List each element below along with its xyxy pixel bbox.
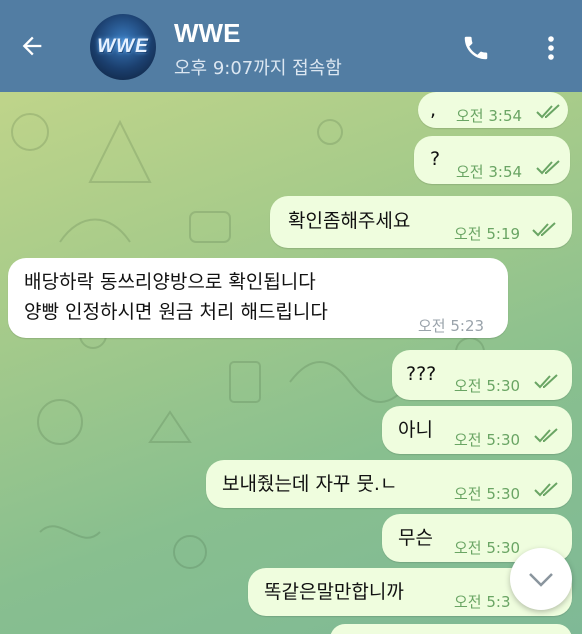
message-bubble-outgoing[interactable]: , 오전 3:54 (418, 92, 568, 128)
more-vert-icon (548, 36, 554, 60)
message-text: ? (430, 148, 441, 170)
message-bubble-outgoing[interactable]: 확인좀해주세요 오전 5:19 (270, 196, 572, 248)
message-text: 무슨 (398, 527, 433, 549)
call-button[interactable] (458, 30, 494, 66)
chat-header: WWE WWE 오후 9:07까지 접속함 (0, 0, 582, 92)
message-bubble-outgoing[interactable]: 아니 오전 5:30 (382, 406, 572, 454)
message-bubble-outgoing-partial[interactable] (330, 624, 572, 634)
message-text-line-1: 배당하락 동쓰리양방으로 확인됩니다 (24, 271, 316, 293)
message-text: 확인좀해주세요 (288, 210, 411, 232)
message-time: 오전 5:30 (454, 485, 521, 503)
message-text: , (430, 99, 437, 121)
message-text: ??? (406, 363, 437, 385)
avatar-logo-text: WWE (97, 36, 149, 57)
message-time: 오전 5:30 (454, 377, 521, 395)
double-check-icon (534, 482, 558, 497)
chevron-down-icon (529, 573, 553, 587)
double-check-icon (536, 104, 560, 119)
scroll-to-bottom-button[interactable] (510, 548, 572, 610)
double-check-icon (536, 160, 560, 175)
message-bubble-outgoing[interactable]: 보내줬는데 자꾸 뭇.ㄴ 오전 5:30 (206, 460, 572, 508)
message-text-line-2: 양빵 인정하시면 원금 처리 해드립니다 (24, 301, 328, 323)
message-text: 아니 (398, 419, 433, 441)
more-options-button[interactable] (536, 30, 566, 66)
message-bubble-outgoing[interactable]: ? 오전 3:54 (414, 136, 570, 184)
message-text: 똑같은말만합니까 (264, 581, 404, 603)
phone-icon (464, 36, 488, 60)
back-arrow-icon (22, 36, 42, 56)
double-check-icon (534, 428, 558, 443)
back-button[interactable] (14, 28, 50, 64)
double-check-icon (534, 374, 558, 389)
message-time: 오전 5:23 (418, 317, 485, 335)
message-text: 보내줬는데 자꾸 뭇.ㄴ (222, 473, 398, 495)
message-time: 오전 3:54 (456, 107, 523, 125)
chat-title[interactable]: WWE (174, 18, 240, 49)
avatar[interactable]: WWE (90, 14, 156, 80)
message-time: 오전 5:3 (454, 593, 511, 611)
double-check-icon (532, 222, 556, 237)
message-bubble-incoming[interactable]: 배당하락 동쓰리양방으로 확인됩니다 양빵 인정하시면 원금 처리 해드립니다 … (8, 258, 508, 338)
message-time: 오전 5:19 (454, 225, 521, 243)
message-time: 오전 5:30 (454, 539, 521, 557)
message-time: 오전 3:54 (456, 163, 523, 181)
last-seen-status: 오후 9:07까지 접속함 (174, 58, 342, 79)
message-time: 오전 5:30 (454, 431, 521, 449)
message-bubble-outgoing[interactable]: ??? 오전 5:30 (392, 350, 572, 400)
